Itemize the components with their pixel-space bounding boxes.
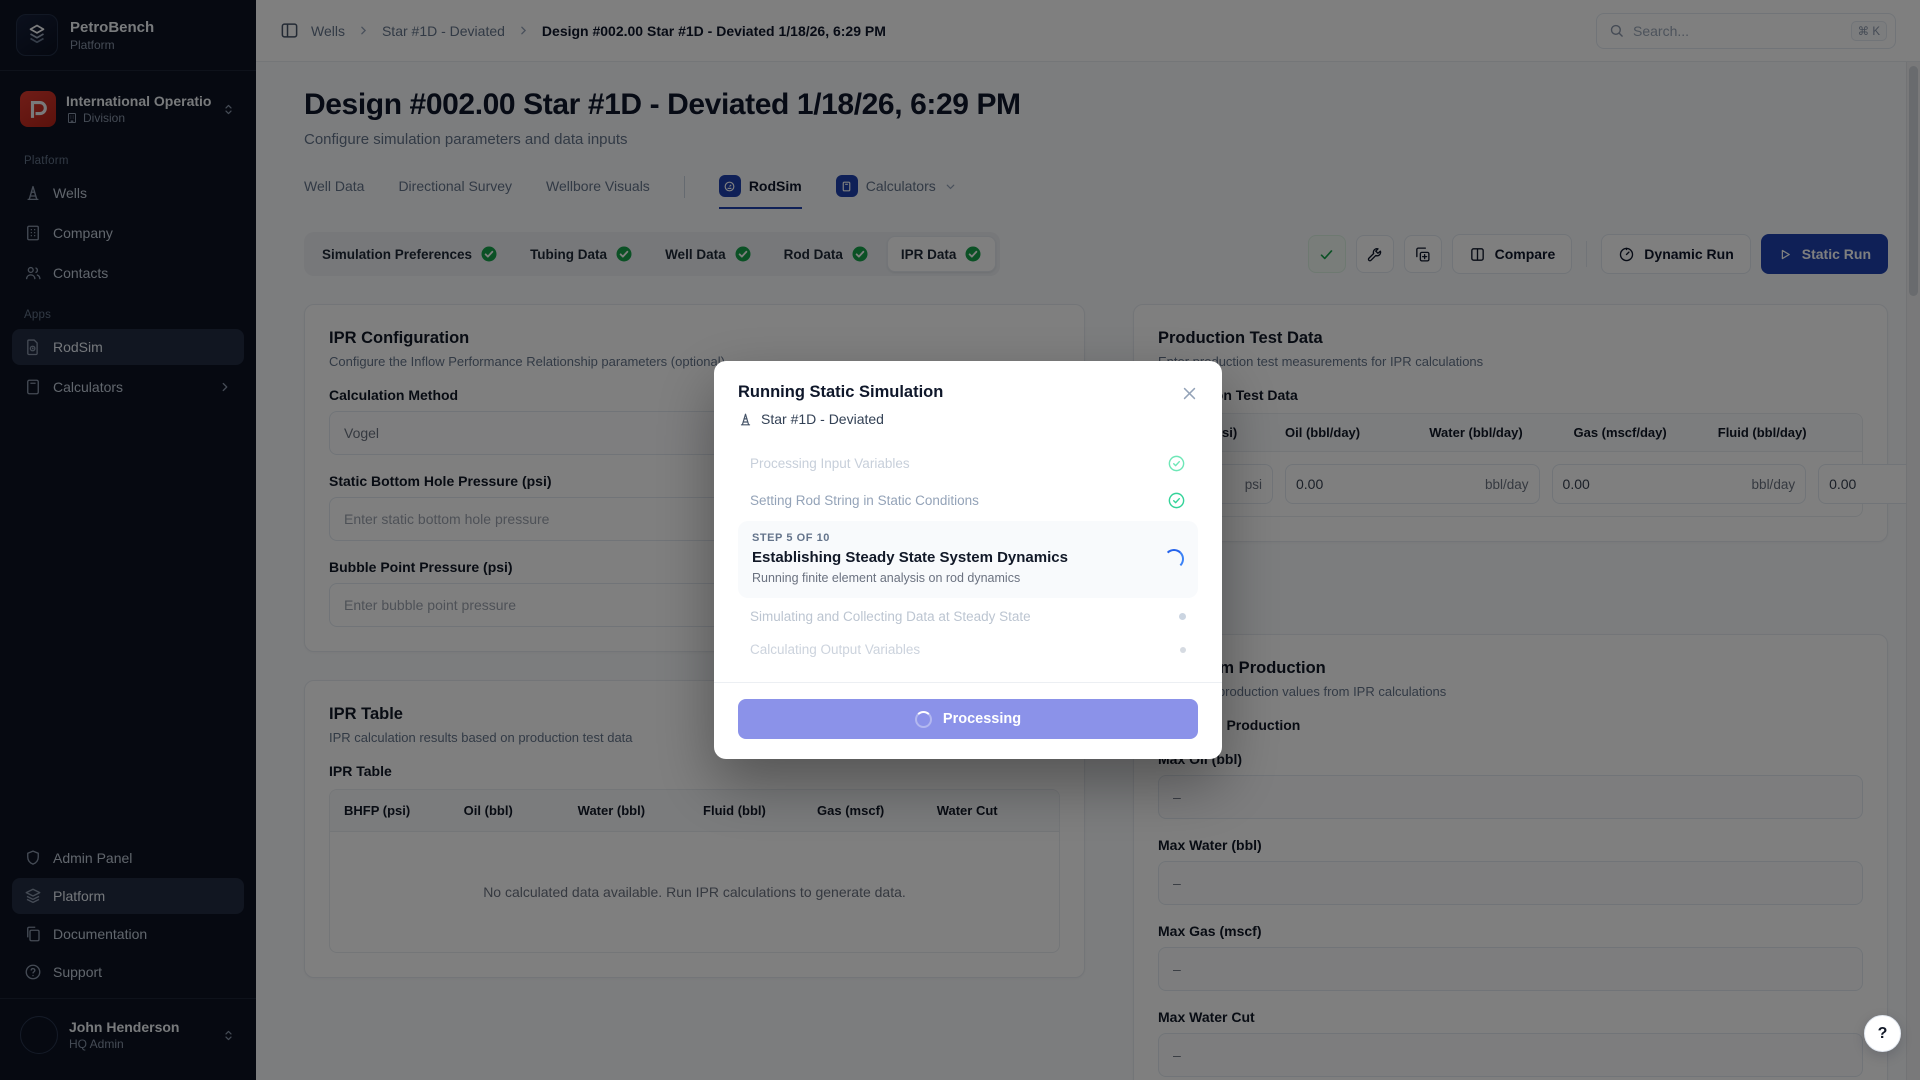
derrick-icon [738, 412, 753, 427]
step-active: STEP 5 OF 10 Establishing Steady State S… [738, 521, 1198, 598]
check-circle-icon [1167, 491, 1186, 510]
modal-divider [714, 682, 1222, 683]
step-title: Establishing Steady State System Dynamic… [752, 549, 1068, 566]
spinner-icon [915, 711, 932, 728]
pending-dot-icon [1180, 647, 1186, 653]
pending-dot-icon [1179, 613, 1186, 620]
step-pending: Simulating and Collecting Data at Steady… [738, 600, 1198, 633]
simulation-steps: Processing Input Variables Setting Rod S… [738, 445, 1198, 666]
help-question-icon: ? [1878, 1025, 1888, 1043]
modal-title: Running Static Simulation [738, 383, 943, 402]
close-icon[interactable] [1181, 385, 1198, 402]
check-circle-icon [1167, 454, 1186, 473]
spinner-icon [1164, 549, 1184, 569]
processing-button[interactable]: Processing [738, 699, 1198, 739]
step-done: Setting Rod String in Static Conditions [738, 482, 1198, 519]
step-counter: STEP 5 OF 10 [752, 532, 1068, 544]
step-pending: Calculating Output Variables [738, 633, 1198, 666]
running-simulation-modal: Running Static Simulation Star #1D - Dev… [714, 361, 1222, 759]
help-button[interactable]: ? [1864, 1015, 1901, 1052]
step-description: Running finite element analysis on rod d… [752, 571, 1068, 585]
step-done: Processing Input Variables [738, 445, 1198, 482]
modal-well-name: Star #1D - Deviated [761, 411, 884, 427]
